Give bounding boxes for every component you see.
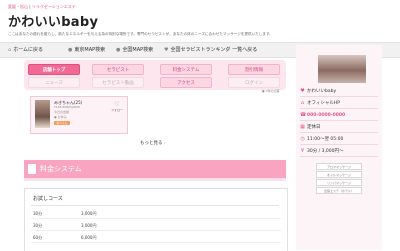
- nav-national-map-label: 全国MAP検索: [122, 47, 154, 53]
- business-hours: 11:00～翌 05:00: [307, 137, 344, 142]
- service-tag[interactable]: リンパマッサージ: [316, 179, 362, 186]
- divider: [31, 230, 281, 231]
- nav-home[interactable]: ⌂ ホームに戻る: [8, 46, 44, 54]
- price-minutes: 30分: [33, 211, 43, 216]
- service-tag[interactable]: 出張エステ（ホテル）: [316, 187, 362, 194]
- breadcrumb: 愛媛・松山 | リラクゼーションエステ: [8, 4, 76, 10]
- price-section-header: 料金システム: [24, 160, 286, 178]
- sidebar-shop-name: ♥ かわいいbaby: [300, 88, 336, 94]
- divider: [300, 132, 378, 133]
- tab-login: ログイン: [228, 77, 280, 88]
- shop-info-sidebar: ♥ かわいいbaby ⌂ オフィシャルHP ☎ 000-0000-0000 ▦ …: [296, 45, 382, 250]
- divider: [31, 218, 281, 219]
- divider: [31, 205, 279, 206]
- sidebar-price: ¥ 30分 / 3,000円～: [300, 148, 344, 154]
- course-name: お試しコース: [33, 196, 63, 202]
- home-icon: ⌂: [8, 46, 12, 53]
- homepage-label: オフィシャルHP: [307, 101, 341, 106]
- back-arrow-icon: ↩: [226, 46, 231, 53]
- home-icon: ⌂: [300, 100, 305, 106]
- map-marker-icon: ●: [116, 46, 121, 53]
- price-minutes: 60分: [33, 235, 43, 240]
- shop-tabs-panel: 店舗トップ セラピスト 料金システム 割引情報 ニュース セラピスト動画 アクセ…: [24, 60, 286, 90]
- nav-national-map[interactable]: ● 全国MAP検索: [116, 46, 154, 54]
- sidebar-holiday: ▦ 定休日: [300, 124, 321, 130]
- follow-button[interactable]: ♡ フォロー: [111, 102, 124, 113]
- phone-number: 000-0000-0000: [307, 112, 346, 118]
- section-underline: [24, 178, 286, 181]
- service-tag[interactable]: オイルマッサージ: [316, 171, 362, 178]
- sidebar-homepage-link[interactable]: ⌂ オフィシャルHP: [300, 100, 340, 106]
- therapist-schedule: 今日の出勤: [54, 110, 70, 114]
- price-amount: 6,000円: [81, 235, 97, 240]
- divider: [300, 96, 378, 97]
- shop-name: かわいいbaby: [307, 89, 337, 94]
- calendar-icon: ▦: [300, 124, 305, 130]
- sidebar-phone[interactable]: ☎ 000-0000-0000: [300, 112, 345, 118]
- divider: [31, 242, 281, 243]
- divider: [300, 120, 378, 121]
- see-more-link[interactable]: もっと見る ›: [140, 140, 166, 146]
- divider: [300, 156, 378, 157]
- tab-shop-top[interactable]: 店舗トップ: [28, 64, 80, 75]
- price-amount: 3,000円: [81, 211, 97, 216]
- therapist-size: T156 B00(D)W00: [54, 105, 80, 109]
- therapist-status: ● お休み: [54, 115, 67, 119]
- tab-access[interactable]: アクセス: [160, 77, 212, 88]
- phone-icon: ☎: [300, 112, 307, 118]
- breadcrumb-item-area[interactable]: 愛媛・松山: [8, 4, 28, 9]
- service-tag[interactable]: アロママッサージ: [316, 163, 362, 170]
- map-marker-icon: ●: [68, 46, 73, 53]
- price-range: 30分 / 3,000円～: [307, 149, 344, 154]
- divider: [300, 144, 378, 145]
- price-icon: ¥: [300, 148, 305, 154]
- price-row: 30分 3,000円: [31, 209, 281, 219]
- holiday-label: 定休日: [307, 125, 321, 130]
- sidebar-hours: ◷ 11:00～翌 05:00: [300, 136, 343, 142]
- document-icon: [28, 164, 36, 174]
- nav-home-label: ホームに戻る: [13, 47, 44, 53]
- therapist-card[interactable]: みきちゃん(25) T156 B00(D)W00 今日の出勤 ● お休み 新人さ…: [30, 96, 128, 134]
- article-count-note: ● 0件の記事: [262, 89, 280, 93]
- tab-therapist-videos: セラピスト動画: [92, 77, 144, 88]
- chevron-right-icon: ›: [163, 141, 166, 146]
- tab-discounts[interactable]: 割引情報: [228, 64, 280, 75]
- price-row: 60分 6,000円: [31, 233, 281, 243]
- nav-ranking[interactable]: ♥ 全国セラピストランキング: [164, 46, 231, 54]
- nav-back-label: 一覧へ戻る: [232, 47, 258, 53]
- tab-price-system[interactable]: 料金システム: [160, 64, 212, 75]
- follow-label: フォロー: [111, 108, 124, 112]
- nav-ranking-label: 全国セラピストランキング: [170, 47, 231, 53]
- heart-icon: ♥: [300, 88, 305, 94]
- price-row: 30分 3,000円: [31, 221, 281, 231]
- divider: [300, 108, 378, 109]
- price-minutes: 30分: [33, 223, 43, 228]
- breadcrumb-item-category[interactable]: リラクゼーションエステ: [32, 4, 76, 9]
- nav-back-to-list[interactable]: ↩ 一覧へ戻る: [226, 46, 258, 54]
- therapist-photo[interactable]: [35, 100, 50, 128]
- tab-news: ニュース: [28, 77, 80, 88]
- heart-icon: ♥: [164, 46, 169, 53]
- site-description: ここはあなたの癒れを癒らし、新たなエネルギーを与える為の特別な場所です。専門のセ…: [8, 32, 273, 36]
- nav-tokyo-map[interactable]: ● 東京MAP検索: [68, 46, 106, 54]
- see-more-label: もっと見る: [140, 141, 163, 146]
- price-section-title: 料金システム: [40, 165, 82, 173]
- price-table: お試しコース 30分 3,000円 30分 3,000円 60分 6,000円: [24, 188, 288, 251]
- newcomer-badge: 新人さん: [54, 121, 70, 125]
- price-amount: 3,000円: [81, 223, 97, 228]
- tab-therapists[interactable]: セラピスト: [92, 64, 144, 75]
- site-title[interactable]: かわいいbaby: [8, 11, 98, 30]
- clock-icon: ◷: [300, 136, 305, 142]
- nav-tokyo-map-label: 東京MAP検索: [74, 47, 106, 53]
- shop-photo[interactable]: [318, 55, 366, 83]
